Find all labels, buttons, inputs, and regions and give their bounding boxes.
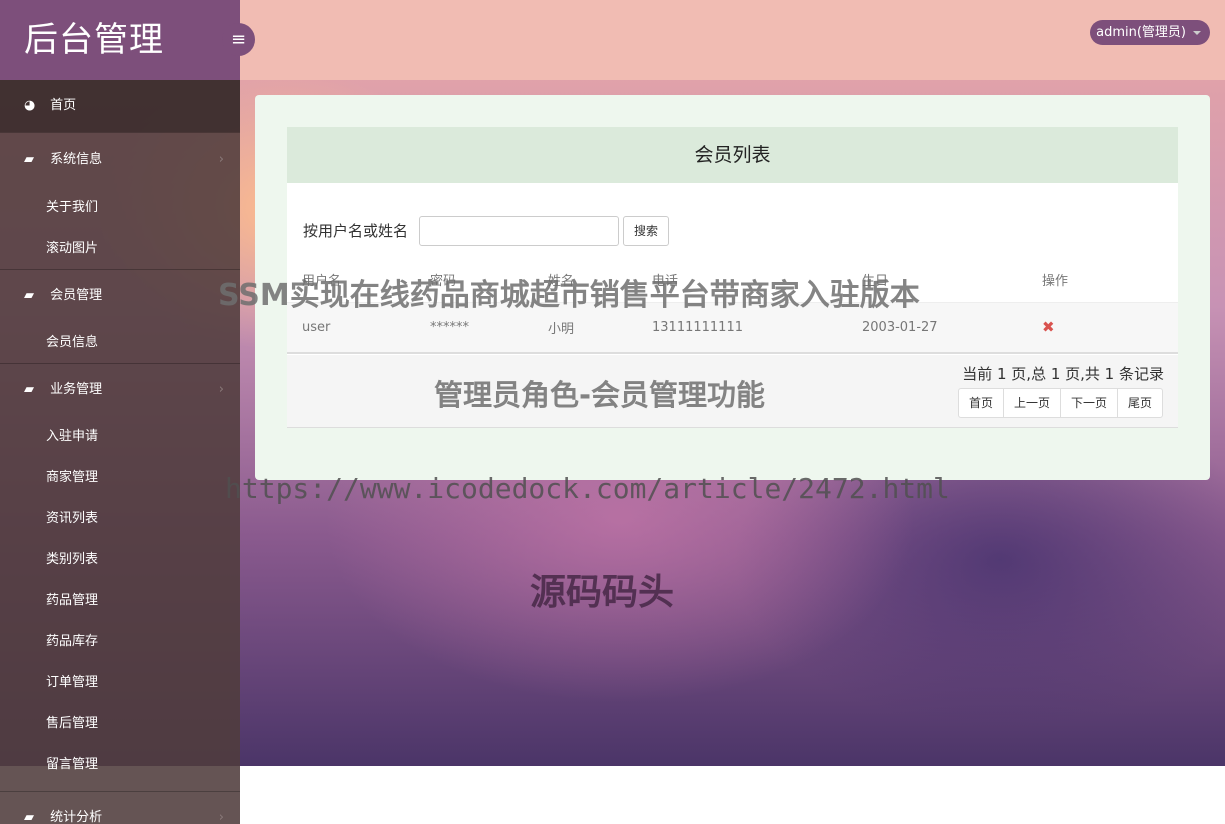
last-page-button[interactable]: 尾页	[1116, 388, 1163, 418]
sidebar-item-news[interactable]: 资讯列表	[0, 498, 240, 539]
app-logo-title: 后台管理	[0, 0, 240, 80]
top-header: admin(管理员)	[240, 0, 1225, 80]
sidebar-group-stats-header[interactable]: ▰ 统计分析 ›	[0, 792, 240, 824]
watermark-subtitle: 管理员角色-会员管理功能	[434, 378, 766, 412]
next-page-button[interactable]: 下一页	[1059, 388, 1118, 418]
column-header-actions: 操作	[1027, 258, 1178, 303]
sidebar-group-members: ▰ 会员管理 会员信息	[0, 269, 240, 363]
watermark-url: https://www.icodedock.com/article/2472.h…	[225, 472, 950, 505]
user-menu-button[interactable]: admin(管理员)	[1090, 20, 1210, 45]
sidebar-group-business-header[interactable]: ▰ 业务管理 ›	[0, 364, 240, 416]
sidebar: ◕ 首页 ▰ 系统信息 › 关于我们 滚动图片 ▰ 会员管理 会员信息 ▰ 业务…	[0, 80, 240, 824]
sidebar-group-stats: ▰ 统计分析 ›	[0, 791, 240, 824]
sidebar-item-aftersales[interactable]: 售后管理	[0, 703, 240, 744]
user-menu-label: admin(管理员)	[1096, 25, 1186, 40]
sidebar-group-members-header[interactable]: ▰ 会员管理	[0, 270, 240, 322]
hamburger-icon: ≡	[230, 29, 247, 50]
sidebar-group-label: 会员管理	[50, 288, 103, 303]
card-title: 会员列表	[287, 127, 1178, 183]
prev-page-button[interactable]: 上一页	[1002, 388, 1061, 418]
cell-actions: ✖	[1027, 302, 1178, 354]
sidebar-group-business: ▰ 业务管理 › 入驻申请 商家管理 资讯列表 类别列表 药品管理 药品库存 订…	[0, 363, 240, 785]
pagination-info: 当前 1 页,总 1 页,共 1 条记录	[962, 365, 1164, 383]
chevron-right-icon: ›	[218, 382, 224, 397]
sidebar-item-label: 首页	[50, 98, 77, 113]
chevron-right-icon: ›	[218, 810, 224, 824]
menu-toggle-button[interactable]: ≡	[222, 23, 255, 56]
pagination: 首页 上一页 下一页 尾页	[957, 388, 1163, 418]
search-label: 按用户名或姓名	[303, 222, 409, 240]
book-icon: ▰	[24, 288, 34, 303]
search-input[interactable]	[419, 216, 619, 246]
watermark-title: SSM实现在线药品商城超市销售平台带商家入驻版本	[218, 278, 920, 313]
search-button[interactable]: 搜索	[623, 216, 669, 246]
sidebar-item-apply[interactable]: 入驻申请	[0, 416, 240, 457]
sidebar-group-label: 系统信息	[50, 152, 103, 167]
sidebar-item-merchants[interactable]: 商家管理	[0, 457, 240, 498]
book-icon: ▰	[24, 382, 34, 397]
sidebar-group-label: 业务管理	[50, 382, 103, 397]
dashboard-icon: ◕	[24, 98, 36, 113]
sidebar-group-system: ▰ 系统信息 › 关于我们 滚动图片	[0, 132, 240, 269]
delete-icon[interactable]: ✖	[1042, 318, 1055, 336]
first-page-button[interactable]: 首页	[957, 388, 1004, 418]
book-icon: ▰	[24, 152, 34, 167]
sidebar-group-label: 统计分析	[50, 810, 103, 824]
sidebar-group-system-header[interactable]: ▰ 系统信息 ›	[0, 133, 240, 187]
sidebar-item-carousel[interactable]: 滚动图片	[0, 228, 240, 269]
sidebar-item-categories[interactable]: 类别列表	[0, 539, 240, 580]
sidebar-item-drugs[interactable]: 药品管理	[0, 580, 240, 621]
sidebar-item-messages[interactable]: 留言管理	[0, 744, 240, 785]
sidebar-item-orders[interactable]: 订单管理	[0, 662, 240, 703]
book-icon: ▰	[24, 810, 34, 824]
watermark-brand: 源码码头	[530, 572, 675, 613]
caret-down-icon	[1193, 31, 1201, 35]
chevron-right-icon: ›	[218, 152, 224, 167]
sidebar-item-stock[interactable]: 药品库存	[0, 621, 240, 662]
sidebar-item-about[interactable]: 关于我们	[0, 187, 240, 228]
sidebar-item-home[interactable]: ◕ 首页	[0, 80, 240, 132]
sidebar-item-member-info[interactable]: 会员信息	[0, 322, 240, 363]
